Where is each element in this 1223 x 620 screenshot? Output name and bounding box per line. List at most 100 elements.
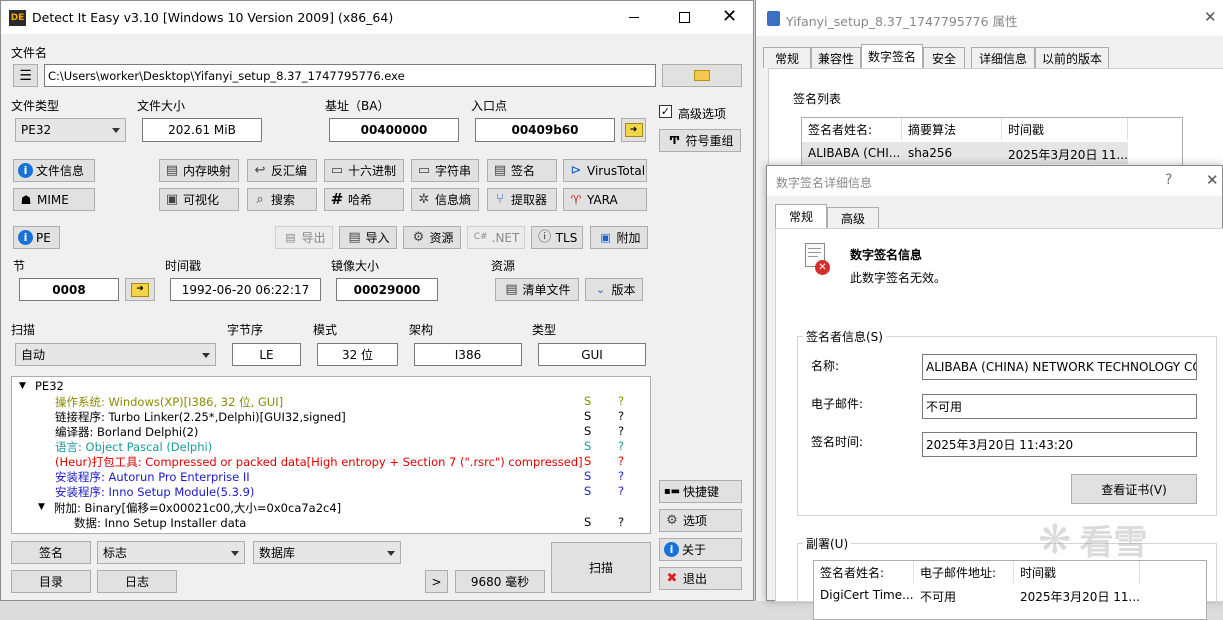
tab-advanced[interactable]: 高级	[827, 207, 879, 228]
tree-row-q[interactable]: ?	[618, 469, 624, 483]
tab-general[interactable]: 常规	[775, 204, 827, 228]
tree-root: PE32	[35, 379, 64, 393]
entropy-button[interactable]: ✲ 信息熵	[411, 188, 479, 211]
col-timestamp[interactable]: 时间戳	[1002, 118, 1128, 140]
col-signer[interactable]: 签名者姓名:	[802, 118, 902, 140]
database-select[interactable]: 数据库	[253, 541, 401, 564]
col-timestamp[interactable]: 时间戳	[1014, 561, 1140, 583]
menu-button[interactable]: ☰	[13, 64, 38, 87]
list-item[interactable]: ALIBABA (CHI... sha256 2025年3月20日 11...	[802, 142, 1128, 164]
tree-row[interactable]: (Heur)打包工具: Compressed or packed data[Hi…	[55, 454, 583, 469]
extractor-icon: ⑂	[496, 192, 504, 207]
tab-previous-versions[interactable]: 以前的版本	[1035, 47, 1109, 68]
resource-button[interactable]: ⚙ 资源	[403, 226, 461, 249]
open-file-button[interactable]	[662, 64, 742, 87]
net-icon: C#	[473, 232, 488, 242]
tls-button[interactable]: ⓘ TLS	[531, 226, 583, 249]
countersignature-list[interactable]: 签名者姓名: 电子邮件地址: 时间戳 DigiCert Time... 不可用 …	[813, 560, 1207, 620]
file-info-button[interactable]: i 文件信息	[13, 159, 95, 182]
tab-general[interactable]: 常规	[763, 47, 811, 68]
options-button[interactable]: ⚙ 选项	[659, 509, 742, 532]
tab-digital-signature[interactable]: 数字签名	[861, 44, 923, 68]
tree-row[interactable]: 操作系统: Windows(XP)[I386, 32 位, GUI]	[55, 394, 283, 409]
tab-security[interactable]: 安全	[923, 47, 965, 68]
tree-row-q[interactable]: ?	[618, 439, 624, 453]
view-certificate-button[interactable]: 查看证书(V)	[1071, 474, 1197, 504]
pe-button[interactable]: i PE	[13, 226, 60, 249]
endian-field: LE	[232, 343, 301, 366]
log-button[interactable]: 日志	[97, 570, 177, 593]
tree-row-prefix: (Heur)打包工具:	[55, 455, 146, 469]
file-type-label: 文件类型	[11, 99, 60, 113]
tree-expand-icon[interactable]: ▼	[19, 381, 26, 391]
scan-button[interactable]: 扫描	[551, 542, 651, 593]
tree-row-q[interactable]: ?	[618, 409, 624, 423]
tree-row[interactable]: 安装程序: Inno Setup Module(5.3.9)	[55, 484, 254, 499]
virustotal-button[interactable]: ⊳ VirusTotal	[563, 159, 647, 182]
tab-compat[interactable]: 兼容性	[811, 47, 861, 68]
import-button[interactable]: ▤ 导入	[339, 226, 397, 249]
shortcuts-button[interactable]: ▪▬ 快捷键	[659, 480, 742, 503]
tree-row-text: Turbo Linker(2.25*,Delphi)[GUI32,signed]	[108, 410, 346, 424]
tree-row[interactable]: 语言: Object Pascal (Delphi)	[55, 439, 212, 454]
signature-button[interactable]: ▤ 签名	[487, 159, 557, 182]
tree-row-q[interactable]: ?	[618, 484, 624, 498]
exit-button[interactable]: ✖ 退出	[659, 567, 742, 590]
signer-name-field[interactable]: ALIBABA (CHINA) NETWORK TECHNOLOGY CO	[922, 354, 1197, 380]
file-type-select[interactable]: PE32	[15, 118, 126, 142]
maximize-button[interactable]	[679, 12, 690, 23]
about-button[interactable]: i 关于	[659, 538, 742, 561]
scan-result-tree[interactable]: ▼ PE32 操作系统: Windows(XP)[I386, 32 位, GUI…	[11, 376, 651, 534]
sign-button[interactable]: 签名	[11, 541, 91, 564]
signer-email-field[interactable]: 不可用	[922, 394, 1197, 419]
minimize-button[interactable]	[629, 17, 639, 18]
close-button[interactable]: ✕	[1206, 171, 1219, 189]
help-button[interactable]: ?	[1165, 172, 1172, 188]
net-button[interactable]: C# .NET	[467, 226, 525, 249]
advanced-checkbox[interactable]: ✓	[659, 105, 672, 118]
scan-mode-select[interactable]: 自动	[15, 343, 216, 366]
col-digest[interactable]: 摘要算法	[902, 118, 1002, 140]
directory-button[interactable]: 目录	[11, 570, 91, 593]
die-title-bar: DE Detect It Easy v3.10 [Windows 10 Vers…	[1, 1, 753, 34]
export-button[interactable]: ▤ 导出	[275, 226, 333, 249]
email-label: 电子邮件:	[811, 397, 864, 411]
yara-button[interactable]: ♈ YARA	[563, 188, 647, 211]
more-button[interactable]: >	[425, 570, 448, 593]
tree-row[interactable]: 安装程序: Autorun Pro Enterprise II	[55, 469, 250, 484]
memory-map-button[interactable]: ▤ 内存映射	[159, 159, 239, 182]
tree-row-q[interactable]: ?	[618, 394, 624, 408]
search-icon: ⌕	[256, 192, 264, 207]
extractor-button[interactable]: ⑂ 提取器	[487, 188, 557, 211]
overlay-button[interactable]: ▣ 附加	[590, 226, 648, 249]
tree-expand-icon[interactable]: ▼	[38, 502, 45, 512]
close-button[interactable]: ✕	[722, 6, 737, 27]
symbol-rebuild-button[interactable]: Ͳ 符号重组	[659, 129, 741, 152]
hash-label: 哈希	[348, 193, 373, 207]
tree-row-q[interactable]: ?	[618, 424, 624, 438]
tree-row-q[interactable]: ?	[618, 454, 624, 468]
col-signer[interactable]: 签名者姓名:	[814, 561, 914, 583]
section-go-button[interactable]: ➜	[125, 278, 155, 301]
tree-data-q[interactable]: ?	[618, 515, 624, 529]
tree-row[interactable]: 编译器: Borland Delphi(2)	[55, 424, 198, 439]
hex-button[interactable]: ▭ 十六进制	[324, 159, 404, 182]
tab-details[interactable]: 详细信息	[971, 47, 1035, 68]
visualize-button[interactable]: ▣ 可视化	[159, 188, 239, 211]
signer-info-label: 签名者信息(S)	[803, 328, 886, 345]
strings-button[interactable]: ▭ 字符串	[411, 159, 479, 182]
close-button[interactable]: ✕	[1204, 8, 1217, 26]
flags-select[interactable]: 标志	[97, 541, 245, 564]
tree-row[interactable]: 链接程序: Turbo Linker(2.25*,Delphi)[GUI32,s…	[55, 409, 346, 424]
entry-point-go-button[interactable]: ➜	[621, 118, 646, 142]
search-button[interactable]: ⌕ 搜索	[247, 188, 317, 211]
manifest-button[interactable]: ▤ 清单文件	[495, 278, 579, 301]
hash-button[interactable]: # 哈希	[324, 188, 404, 211]
flags-value: 标志	[103, 546, 128, 560]
mime-button[interactable]: ☗ MIME	[13, 188, 95, 211]
file-path-input[interactable]: C:\Users\worker\Desktop\Yifanyi_setup_8.…	[44, 64, 656, 87]
signing-time-field[interactable]: 2025年3月20日 11:43:20	[922, 432, 1197, 457]
version-button[interactable]: ⌄ 版本	[585, 278, 643, 301]
disasm-button[interactable]: ↩ 反汇编	[247, 159, 317, 182]
col-email[interactable]: 电子邮件地址:	[914, 561, 1014, 583]
